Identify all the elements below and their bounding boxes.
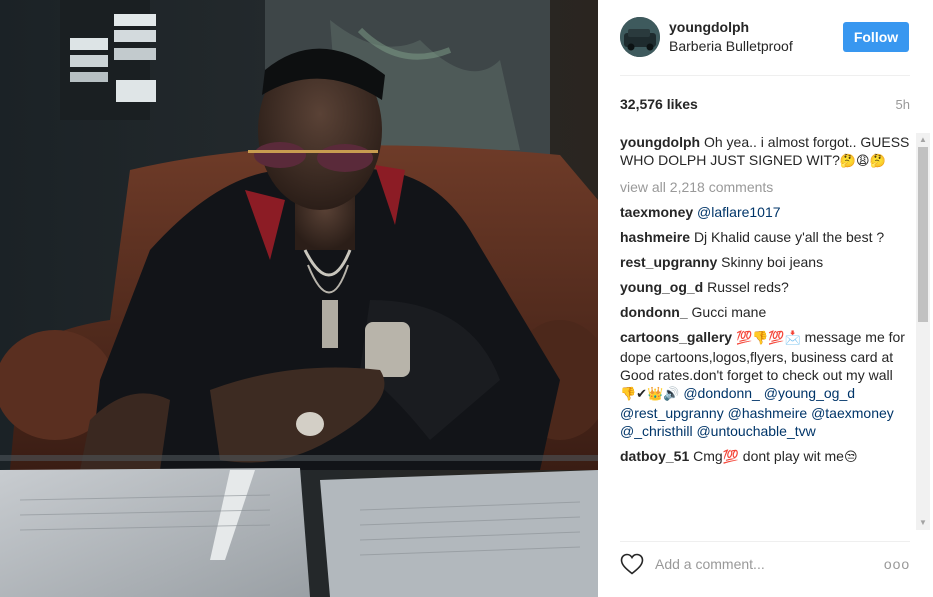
- scroll-down-arrow-icon[interactable]: ▼: [916, 516, 930, 530]
- comment-username[interactable]: taexmoney: [620, 204, 693, 220]
- comment-text: Dj Khalid cause y'all the best ?: [693, 229, 885, 245]
- comment: dondonn_ Gucci mane: [620, 303, 910, 321]
- divider: [620, 541, 910, 542]
- comment-username[interactable]: young_og_d: [620, 279, 703, 295]
- comment-text: Russel reds?: [707, 279, 789, 295]
- view-all-comments-link[interactable]: view all 2,218 comments: [620, 178, 910, 196]
- comment-username[interactable]: rest_upgranny: [620, 254, 717, 270]
- comment-emojis: 💯👎💯📩: [735, 331, 801, 346]
- comments-scrollbar[interactable]: ▲ ▼: [916, 133, 930, 530]
- comment-text: Skinny boi jeans: [721, 254, 824, 270]
- comment-mention[interactable]: @laflare1017: [697, 204, 781, 220]
- post-photo[interactable]: [0, 0, 598, 597]
- caption-emojis: 🤔😩🤔: [839, 154, 886, 169]
- comments-list: youngdolph Oh yea.. i almost forgot.. GU…: [620, 133, 910, 530]
- comment-username[interactable]: datboy_51: [620, 448, 689, 464]
- comment-emojis: 😒: [843, 450, 858, 465]
- more-options-icon[interactable]: ooo: [883, 555, 911, 573]
- post-header: youngdolph Barberia Bulletproof Follow: [620, 14, 910, 60]
- comment-username[interactable]: hashmeire: [620, 229, 690, 245]
- comment: datboy_51 Cmg💯 dont play wit me😒: [620, 447, 910, 467]
- comment-emojis: 💯: [722, 450, 739, 465]
- comment-username[interactable]: dondonn_: [620, 304, 688, 320]
- username[interactable]: youngdolph: [669, 19, 749, 35]
- comment: cartoons_gallery 💯👎💯📩 message me for dop…: [620, 328, 910, 440]
- add-comment-input[interactable]: [655, 553, 855, 575]
- comment: young_og_d Russel reds?: [620, 278, 910, 296]
- divider: [620, 75, 910, 76]
- comment: taexmoney @laflare1017: [620, 203, 910, 221]
- location[interactable]: Barberia Bulletproof: [669, 38, 793, 54]
- scroll-up-arrow-icon[interactable]: ▲: [916, 133, 930, 147]
- comment-text: Cmg: [693, 448, 723, 464]
- avatar[interactable]: [620, 17, 660, 57]
- caption: youngdolph Oh yea.. i almost forgot.. GU…: [620, 133, 910, 171]
- heart-icon[interactable]: [620, 553, 644, 575]
- post-details-panel: youngdolph Barberia Bulletproof Follow 3…: [598, 0, 933, 597]
- post-image: [0, 0, 598, 597]
- likes-count[interactable]: 32,576 likes: [620, 96, 698, 112]
- comment-emojis: 👎✔👑🔊: [620, 387, 680, 402]
- caption-username[interactable]: youngdolph: [620, 134, 700, 150]
- post-time[interactable]: 5h: [896, 97, 910, 112]
- comment-text: Gucci mane: [691, 304, 767, 320]
- comment-text: dont play wit me: [742, 448, 844, 464]
- comment: hashmeire Dj Khalid cause y'all the best…: [620, 228, 910, 246]
- comment-username[interactable]: cartoons_gallery: [620, 329, 732, 345]
- follow-button[interactable]: Follow: [843, 22, 909, 52]
- scroll-thumb[interactable]: [918, 147, 928, 322]
- comment: rest_upgranny Skinny boi jeans: [620, 253, 910, 271]
